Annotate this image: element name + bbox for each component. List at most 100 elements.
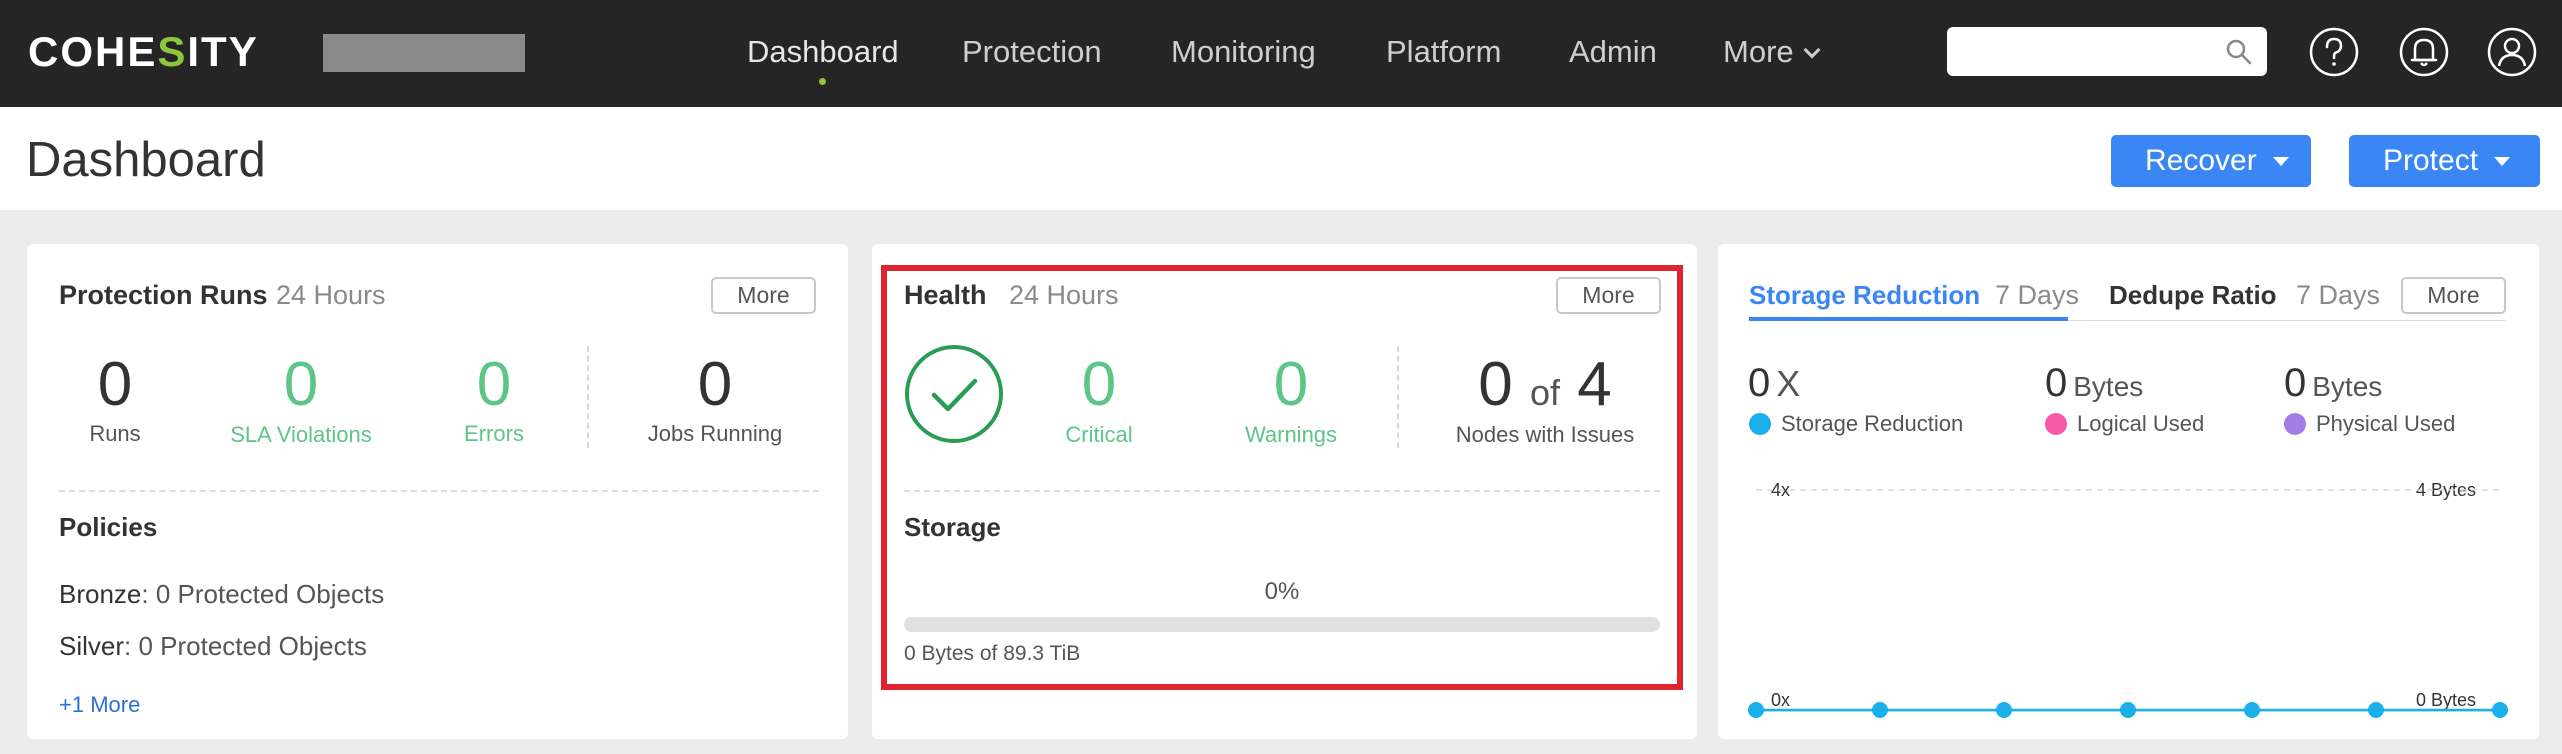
policy-name: Bronze: [59, 579, 142, 609]
policies-title: Policies: [59, 512, 158, 542]
nav-more-label: More: [1723, 34, 1794, 69]
more-policies-link[interactable]: +1 More: [59, 691, 140, 719]
jobs-running-count[interactable]: 0: [660, 350, 770, 420]
legend-dot: [2284, 413, 2306, 435]
nodes-total: 4: [1577, 350, 1612, 419]
data-point[interactable]: [2244, 702, 2260, 718]
stat-unit: Bytes: [2073, 371, 2144, 402]
divider: [904, 490, 1660, 492]
errors-label: Errors: [464, 421, 524, 446]
policy-silver[interactable]: Silver: 0 Protected Objects: [59, 629, 367, 663]
legend-storage-reduction[interactable]: Storage Reduction: [1749, 410, 1963, 438]
active-tab-underline: [1749, 317, 2068, 321]
nav-platform[interactable]: Platform: [1386, 32, 1501, 72]
caret-down-icon: [2272, 157, 2289, 166]
storage-reduction-value: 0X: [1748, 360, 1800, 407]
stat-unit: X: [1776, 363, 1801, 404]
jobs-running-label: Jobs Running: [647, 421, 783, 446]
user-icon[interactable]: [2486, 26, 2538, 78]
nav-dashboard[interactable]: Dashboard: [747, 32, 899, 72]
legend-dot: [2045, 413, 2067, 435]
nav-more[interactable]: More: [1723, 32, 1821, 72]
legend-physical-used[interactable]: Physical Used: [2284, 410, 2455, 438]
active-nav-indicator: [819, 78, 826, 85]
runs-label: Runs: [89, 421, 141, 446]
stat-unit: Bytes: [2312, 371, 2383, 402]
storage-reduction-period: 7 Days: [1995, 280, 2080, 310]
storage-capacity-text: 0 Bytes of 89.3 TiB: [904, 642, 1081, 665]
legend-logical-used[interactable]: Logical Used: [2045, 410, 2204, 438]
nav-admin[interactable]: Admin: [1569, 32, 1657, 72]
protection-runs-period: 24 Hours: [276, 280, 386, 310]
healthy-check-icon: [905, 345, 1003, 443]
stat-number: 0: [2045, 361, 2068, 405]
nodes-with-issues-count[interactable]: 0 of 4: [1440, 350, 1650, 428]
data-point[interactable]: [1996, 702, 2012, 718]
data-point[interactable]: [1748, 702, 1764, 718]
warnings-label: Warnings: [1244, 422, 1338, 447]
help-icon[interactable]: [2308, 26, 2360, 78]
storage-reduction-chart: [1748, 489, 2508, 718]
tab-dedupe-ratio[interactable]: Dedupe Ratio: [2109, 278, 2277, 312]
divider: [587, 346, 589, 448]
health-title: Health: [904, 280, 987, 310]
cohesity-logo[interactable]: COHESITY: [28, 30, 259, 74]
recover-button[interactable]: Recover: [2111, 135, 2311, 187]
runs-count[interactable]: 0: [60, 350, 170, 420]
page-title: Dashboard: [26, 133, 266, 187]
legend-label: Storage Reduction: [1781, 411, 1964, 436]
data-point[interactable]: [2492, 702, 2508, 718]
caret-down-icon: [2494, 157, 2511, 166]
search-icon[interactable]: [2225, 38, 2253, 66]
policy-value: 0 Protected Objects: [138, 631, 367, 661]
stat-number: 0: [1748, 361, 1771, 405]
of-text: of: [1529, 372, 1561, 413]
legend-dot: [1749, 413, 1771, 435]
sla-violations-label: SLA Violations: [230, 422, 372, 447]
chevron-down-icon: [1803, 41, 1821, 59]
policy-bronze[interactable]: Bronze: 0 Protected Objects: [59, 577, 384, 611]
physical-used-value: 0 Bytes: [2284, 360, 2382, 410]
health-period: 24 Hours: [1009, 280, 1119, 310]
nodes-issue-count: 0: [1478, 350, 1513, 419]
nodes-with-issues-label: Nodes with Issues: [1455, 422, 1635, 447]
health-more-button[interactable]: More: [1556, 277, 1661, 314]
search-input[interactable]: [1959, 27, 2219, 74]
data-point[interactable]: [2368, 702, 2384, 718]
policy-name: Silver: [59, 631, 125, 661]
global-search[interactable]: [1947, 27, 2267, 76]
critical-count[interactable]: 0: [1044, 350, 1154, 420]
errors-count[interactable]: 0: [439, 350, 549, 420]
nav-protection[interactable]: Protection: [962, 32, 1102, 72]
policy-value: 0 Protected Objects: [155, 579, 385, 609]
protection-runs-more-button[interactable]: More: [711, 277, 816, 314]
divider: [59, 490, 819, 492]
data-point[interactable]: [1872, 702, 1888, 718]
legend-label: Logical Used: [2077, 411, 2205, 436]
data-point[interactable]: [2120, 702, 2136, 718]
sla-violations-count[interactable]: 0: [246, 350, 356, 420]
page-header: Dashboard Recover Protect: [0, 107, 2562, 210]
stat-number: 0: [2284, 361, 2307, 405]
nav-monitoring[interactable]: Monitoring: [1171, 32, 1316, 72]
cluster-name-redacted: [323, 34, 525, 72]
warnings-count[interactable]: 0: [1236, 350, 1346, 420]
storage-title: Storage: [904, 512, 1001, 542]
logical-used-value: 0 Bytes: [2045, 360, 2143, 410]
policy-separator: :: [141, 579, 149, 609]
storage-progress-bar: [904, 617, 1660, 632]
protect-button[interactable]: Protect: [2349, 135, 2540, 187]
dedupe-ratio-period: 7 Days: [2296, 280, 2381, 310]
protection-runs-title: Protection Runs: [59, 280, 268, 310]
storage-percent: 0%: [1264, 578, 1300, 605]
critical-label: Critical: [1065, 422, 1133, 447]
bell-icon[interactable]: [2398, 26, 2450, 78]
protect-button-label: Protect: [2383, 144, 2479, 177]
recover-button-label: Recover: [2145, 144, 2257, 177]
storage-more-button[interactable]: More: [2401, 277, 2506, 314]
legend-label: Physical Used: [2316, 411, 2456, 436]
divider: [1397, 346, 1399, 448]
tab-storage-reduction[interactable]: Storage Reduction: [1749, 278, 1980, 312]
top-nav: COHESITY Dashboard Protection Monitoring…: [0, 0, 2562, 107]
policy-separator: :: [124, 631, 132, 661]
